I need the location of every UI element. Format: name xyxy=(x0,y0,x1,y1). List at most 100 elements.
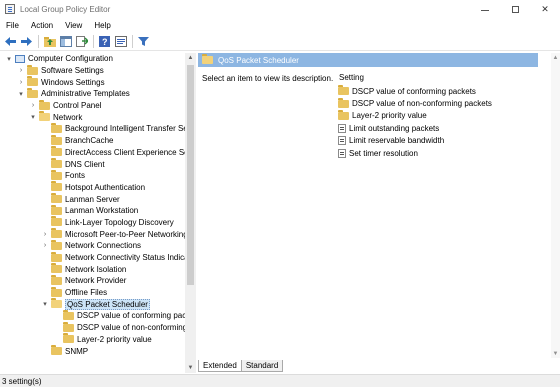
setting-list-item[interactable]: DSCP value of non-conforming packets xyxy=(338,97,492,109)
folder-icon xyxy=(63,309,74,320)
setting-list-item[interactable]: Limit reservable bandwidth xyxy=(338,135,492,147)
expand-chevron-icon[interactable]: › xyxy=(41,230,49,238)
computer-icon xyxy=(15,54,25,63)
setting-label: Layer-2 priority value xyxy=(352,111,427,121)
tree-item[interactable]: DSCP value of conforming pac xyxy=(0,309,195,322)
scroll-down-icon[interactable]: ▼ xyxy=(185,363,196,373)
export-list-button[interactable] xyxy=(74,34,89,49)
setting-list-item[interactable]: DSCP value of conforming packets xyxy=(338,85,492,97)
tree-item-label: Network Connectivity Status Indica xyxy=(65,253,189,263)
collapse-chevron-icon[interactable]: ▾ xyxy=(29,113,37,121)
tree-item-label: BranchCache xyxy=(65,136,114,146)
tree-item[interactable]: › Control Panel xyxy=(0,99,195,112)
tree-item[interactable]: Network Connectivity Status Indica xyxy=(0,251,195,264)
filter-button[interactable] xyxy=(136,34,151,49)
setting-list-item[interactable]: Limit outstanding packets xyxy=(338,122,492,134)
tree-item-label: Windows Settings xyxy=(41,77,105,87)
status-bar: 3 setting(s) xyxy=(0,374,560,387)
tree-item[interactable]: DSCP value of non-conforming xyxy=(0,321,195,334)
tree-item[interactable]: › Network Connections xyxy=(0,239,195,252)
setting-list-item[interactable]: Set timer resolution xyxy=(338,147,492,159)
tree-item[interactable]: › Software Settings xyxy=(0,64,195,77)
tree-item[interactable]: Offline Files xyxy=(0,286,195,299)
tree-item-label: QoS Packet Scheduler xyxy=(65,298,150,310)
tree-item[interactable]: Network Isolation xyxy=(0,263,195,275)
properties-icon xyxy=(114,36,127,47)
expand-chevron-icon[interactable]: › xyxy=(17,67,25,75)
expand-chevron-icon[interactable]: › xyxy=(29,102,37,110)
expand-chevron-icon[interactable]: › xyxy=(17,78,25,86)
tree-item-label: Fonts xyxy=(65,171,86,181)
menu-action[interactable]: Action xyxy=(25,21,59,30)
collapse-chevron-icon[interactable]: ▾ xyxy=(5,55,13,63)
scroll-up-icon[interactable]: ▲ xyxy=(185,53,196,63)
window-title: Local Group Policy Editor xyxy=(20,4,111,14)
tab-standard[interactable]: Standard xyxy=(240,360,284,372)
tree-item[interactable]: ▾ Administrative Templates xyxy=(0,87,195,100)
up-one-level-button[interactable] xyxy=(42,34,57,49)
tree-item-label: SNMP xyxy=(65,346,89,356)
scroll-up-icon[interactable]: ▲ xyxy=(551,53,560,62)
show-hide-console-tree-button[interactable] xyxy=(58,34,73,49)
expand-chevron-icon[interactable]: › xyxy=(41,242,49,250)
close-button[interactable]: ✕ xyxy=(530,0,560,18)
tree-item[interactable]: Lanman Server xyxy=(0,193,195,205)
menu-view[interactable]: View xyxy=(59,21,88,30)
tree-item[interactable]: › Windows Settings xyxy=(0,76,195,88)
open-folder-icon xyxy=(51,298,62,309)
forward-arrow-icon xyxy=(21,37,32,46)
setting-label: Set timer resolution xyxy=(349,148,418,158)
forward-button[interactable] xyxy=(19,34,34,49)
help-button[interactable]: ? xyxy=(97,34,112,49)
properties-button[interactable] xyxy=(113,34,128,49)
console-tree[interactable]: ▾ Computer Configuration › Software Setting… xyxy=(0,53,196,373)
tree-item[interactable]: Link-Layer Topology Discovery xyxy=(0,216,195,229)
show-hide-tree-icon xyxy=(59,36,72,47)
menu-help[interactable]: Help xyxy=(88,21,116,30)
scrollbar-thumb[interactable] xyxy=(187,65,194,285)
tree-item[interactable]: ▾ QoS Packet Scheduler xyxy=(0,298,195,310)
tree-scrollbar[interactable]: ▲ ▼ xyxy=(185,53,196,373)
setting-column-header[interactable]: Setting xyxy=(339,73,364,82)
tree-item[interactable]: Fonts xyxy=(0,169,195,182)
setting-list-item[interactable]: Layer-2 priority value xyxy=(338,109,492,122)
menu-file[interactable]: File xyxy=(0,21,25,30)
maximize-button[interactable] xyxy=(500,0,530,18)
collapse-chevron-icon[interactable]: ▾ xyxy=(41,300,49,308)
tree-item[interactable]: Background Intelligent Transfer Ser xyxy=(0,122,195,135)
filter-icon xyxy=(138,37,149,46)
tree-item-label: Offline Files xyxy=(65,288,108,298)
tree-item-label: Network Isolation xyxy=(65,264,127,274)
tree-item[interactable]: Layer-2 priority value xyxy=(0,333,195,346)
collapse-chevron-icon[interactable]: ▾ xyxy=(17,90,25,98)
tree-item[interactable]: DNS Client xyxy=(0,158,195,170)
tree-item-label: Hotspot Authentication xyxy=(65,182,146,192)
tree-item[interactable]: Lanman Workstation xyxy=(0,204,195,217)
tree-item[interactable]: BranchCache xyxy=(0,134,195,147)
folder-icon xyxy=(51,169,62,180)
tree-item[interactable]: ▾ Network xyxy=(0,111,195,123)
folder-icon xyxy=(51,274,62,285)
folder-icon xyxy=(202,54,213,64)
tab-extended[interactable]: Extended xyxy=(198,360,242,372)
setting-label: Limit outstanding packets xyxy=(349,123,440,133)
scroll-down-icon[interactable]: ▼ xyxy=(551,349,560,358)
tree-item[interactable]: Network Provider xyxy=(0,274,195,287)
tree-item[interactable]: SNMP xyxy=(0,345,195,357)
tree-item[interactable]: › Microsoft Peer-to-Peer Networking xyxy=(0,228,195,240)
back-button[interactable] xyxy=(3,34,18,49)
folder-icon xyxy=(51,181,62,192)
details-scrollbar[interactable]: ▲ ▼ xyxy=(551,53,560,358)
window-controls: ✕ xyxy=(470,0,560,18)
tree-item[interactable]: Hotspot Authentication xyxy=(0,181,195,194)
tree-item-label: Network Connections xyxy=(65,241,142,251)
minimize-button[interactable] xyxy=(470,0,500,18)
tree-item[interactable]: ▾ Computer Configuration xyxy=(0,53,195,65)
tree-item[interactable]: DirectAccess Client Experience Sett xyxy=(0,146,195,159)
